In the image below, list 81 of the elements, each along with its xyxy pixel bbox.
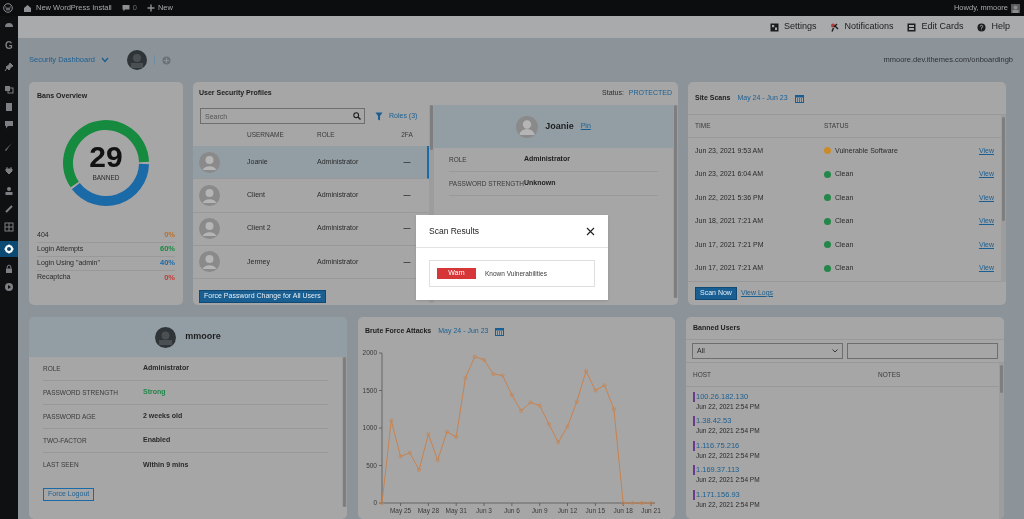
avatar-drawing[interactable] xyxy=(126,50,147,70)
scrollbar[interactable] xyxy=(673,105,678,298)
data-point xyxy=(602,383,607,388)
avatar-icon[interactable] xyxy=(1011,3,1020,13)
avatar-placeholder-icon xyxy=(199,151,220,173)
data-point xyxy=(565,424,570,429)
ban-marker xyxy=(693,489,695,500)
ban-marker xyxy=(693,416,695,427)
ban-marker xyxy=(693,440,695,451)
lock-icon xyxy=(4,264,14,274)
data-point xyxy=(593,388,598,393)
data-point xyxy=(389,418,394,423)
data-point xyxy=(426,432,431,436)
help-icon xyxy=(977,22,987,32)
data-point xyxy=(621,501,626,505)
profile-name: Joanie xyxy=(545,119,574,133)
pages-icon xyxy=(4,102,14,112)
plus-icon[interactable] xyxy=(146,4,155,12)
data-point xyxy=(556,440,561,445)
edit-cards-icon xyxy=(907,22,917,32)
avatar-placeholder-icon xyxy=(199,251,220,273)
settings-icon xyxy=(4,244,14,254)
toolbar-button[interactable]: Help xyxy=(991,20,1010,34)
data-point xyxy=(500,373,505,378)
data-point xyxy=(435,458,440,463)
banned-total: 29 xyxy=(89,142,123,173)
calendar-icon[interactable] xyxy=(794,93,804,103)
data-point xyxy=(528,400,533,405)
avatar-placeholder-icon xyxy=(516,115,539,138)
data-point xyxy=(537,403,542,408)
data-point xyxy=(463,375,468,380)
home-icon[interactable] xyxy=(23,4,32,12)
avatar-placeholder-icon xyxy=(199,218,220,240)
wordpress-logo-icon[interactable] xyxy=(3,3,13,13)
close-icon[interactable] xyxy=(586,226,595,236)
pin-icon xyxy=(4,62,14,72)
ban-marker xyxy=(693,392,695,402)
data-point xyxy=(574,399,579,404)
dashboard-icon xyxy=(4,20,14,30)
scrollbar[interactable] xyxy=(1001,115,1006,282)
settings-icon xyxy=(769,22,779,32)
data-point xyxy=(584,369,588,373)
search-field[interactable] xyxy=(847,343,998,359)
calendar-icon[interactable] xyxy=(495,326,505,336)
data-point xyxy=(611,407,616,412)
media-icon xyxy=(4,84,14,94)
profile-name: mmoore xyxy=(185,330,221,344)
data-point xyxy=(417,468,422,472)
ban-marker xyxy=(693,465,695,476)
sidebar-item[interactable] xyxy=(0,241,18,257)
toolbar-button[interactable]: Edit Cards xyxy=(921,20,964,34)
data-point xyxy=(398,454,403,459)
avatar-drawing xyxy=(155,326,177,348)
chevron-down-icon xyxy=(832,349,838,353)
data-point xyxy=(519,408,524,413)
data-point xyxy=(547,422,551,427)
data-point xyxy=(454,435,459,439)
data-point xyxy=(639,501,644,505)
filter-icon[interactable] xyxy=(375,111,383,121)
data-point xyxy=(491,372,496,376)
data-point xyxy=(482,357,486,362)
data-point xyxy=(509,393,514,397)
dialog-title: Scan Results xyxy=(429,224,480,238)
data-point xyxy=(630,501,635,505)
user-icon xyxy=(4,186,14,196)
scrollbar[interactable] xyxy=(342,357,347,507)
grid-icon xyxy=(4,222,14,232)
play-icon xyxy=(4,282,14,292)
search-icon xyxy=(353,112,361,121)
scrollbar[interactable] xyxy=(999,363,1004,519)
avatar-placeholder-icon xyxy=(199,184,220,206)
sidebar-item[interactable]: G xyxy=(0,37,18,53)
data-point xyxy=(444,429,449,434)
data-point xyxy=(380,501,384,505)
toolbar-button[interactable]: Notifications xyxy=(844,20,894,34)
data-point xyxy=(649,501,653,505)
comment-icon[interactable] xyxy=(121,4,130,12)
data-point xyxy=(472,354,477,359)
data-point xyxy=(407,450,412,455)
toolbar-button[interactable]: Settings xyxy=(783,20,817,34)
comment-icon xyxy=(4,120,14,130)
